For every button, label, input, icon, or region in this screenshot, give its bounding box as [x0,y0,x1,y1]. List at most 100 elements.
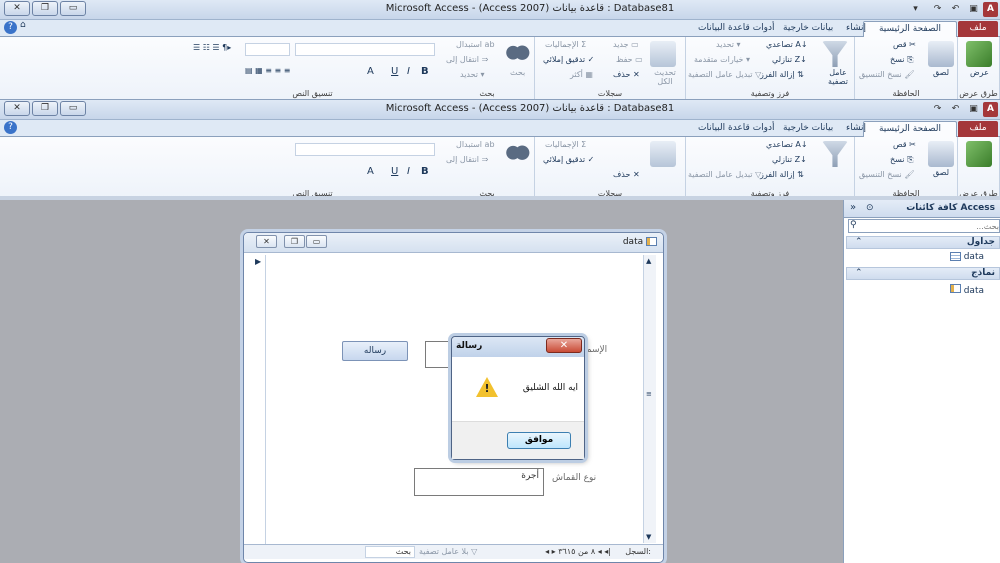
advanced-button[interactable]: ▾ خيارات متقدمة [694,55,750,64]
paste-label[interactable]: لصق [933,68,949,77]
font-name-select[interactable] [295,43,435,56]
cut-button[interactable]: ✂ قص [893,40,916,49]
collapse-icon[interactable]: ⌃ [855,268,863,278]
bold-button[interactable]: B [421,166,429,177]
save-icon[interactable]: ▣ [966,2,981,17]
font-size-select[interactable] [245,43,290,56]
copy-button[interactable]: ⎘ نسخ [890,155,913,165]
nav-section-forms[interactable]: نماذج ⌃ [846,267,1000,280]
help-icon[interactable]: ? [4,121,17,134]
replace-button[interactable]: ab استبدال [456,140,495,149]
refresh-icon[interactable] [650,141,676,167]
goto-button[interactable]: ⇒ انتقال إلى [446,55,488,64]
select-button[interactable]: ▾ تحديد [460,70,485,79]
form-minimize-button[interactable]: ▭ [306,235,327,248]
refresh-icon[interactable] [650,41,676,67]
delete-record-button[interactable]: ✕ حذف [613,170,640,179]
underline-button[interactable]: U [391,166,398,177]
font-color-button[interactable]: A [367,166,374,177]
format-painter-button[interactable]: 🖌 نسخ التنسيق [859,70,914,79]
qat-customize-icon[interactable]: ▾ [908,2,923,17]
record-search-box[interactable]: بحث [365,546,415,558]
name-field[interactable] [425,341,453,368]
view-icon[interactable] [966,41,992,67]
nav-menu-icon[interactable]: ⊙ [866,203,874,213]
totals-button[interactable]: Σ الإجماليات [545,140,586,149]
spelling-button[interactable]: ✓ تدقيق إملائي [543,155,594,164]
close-button[interactable]: ✕ [4,101,30,116]
scroll-up-icon[interactable]: ▲ [646,257,651,265]
tab-create[interactable]: إنشاء [838,21,874,37]
bold-button[interactable]: B [421,66,429,77]
no-filter-indicator[interactable]: بلا عامل تصفية ▽ [419,547,477,556]
format-painter-button[interactable]: 🖌 نسخ التنسيق [859,170,914,179]
record-selector[interactable]: ▶ [252,255,266,545]
restore-button[interactable]: ❐ [32,101,58,116]
find-icon[interactable] [504,141,530,167]
find-icon[interactable] [504,41,530,67]
paste-label[interactable]: لصق [933,168,949,177]
scroll-grip-icon[interactable]: ≡ [646,390,652,398]
record-position[interactable]: ◂ ▸ ٨ من ٣٦١٥ ◂ ◂| [545,547,611,556]
redo-icon[interactable]: ↷ [930,102,945,117]
tab-database-tools[interactable]: أدوات قاعدة البيانات [690,121,783,137]
toggle-filter-button[interactable]: ▽ تبديل عامل التصفية [688,70,761,79]
undo-icon[interactable]: ↶ [948,102,963,117]
cut-button[interactable]: ✂ قص [893,140,916,149]
restore-button[interactable]: ❐ [32,1,58,16]
nav-search-input[interactable] [861,220,999,232]
refresh-label[interactable]: تحديث الكل [649,68,681,86]
scroll-down-icon[interactable]: ▼ [646,533,651,541]
tab-database-tools[interactable]: أدوات قاعدة البيانات [690,21,783,37]
ok-button[interactable]: موافق [507,432,571,449]
nav-item-form-data[interactable]: data [949,284,984,296]
form-restore-button[interactable]: ❐ [284,235,305,248]
spelling-button[interactable]: ✓ تدقيق إملائي [543,55,594,64]
replace-button[interactable]: ab استبدال [456,40,495,49]
nav-header[interactable]: كافة كائنات Access ⊙ » [844,200,1000,218]
alignment-icons[interactable]: ≡ ≡ ≡ ▦ ▤ [245,66,290,75]
close-button[interactable]: ✕ [4,1,30,16]
tab-home[interactable]: الصفحة الرئيسية [863,121,957,137]
view-icon[interactable] [966,141,992,167]
font-color-button[interactable]: A [367,66,374,77]
collapse-ribbon-icon[interactable]: ⌂ [20,20,26,30]
remove-sort-button[interactable]: ⇅ إزالة الفرز [760,170,804,179]
tab-home[interactable]: الصفحة الرئيسية [863,21,957,37]
dialog-close-button[interactable]: ✕ [546,338,582,353]
descending-button[interactable]: ↓Z تنازلي [772,55,807,64]
paste-icon[interactable] [928,141,954,167]
font-name-select[interactable] [295,143,435,156]
undo-icon[interactable]: ↶ [948,2,963,17]
ascending-button[interactable]: ↓A تصاعدي [766,140,808,149]
help-icon[interactable]: ? [4,21,17,34]
nav-section-tables[interactable]: جداول ⌃ [846,236,1000,249]
tab-external-data[interactable]: بيانات خارجية [775,121,841,137]
underline-button[interactable]: U [391,66,398,77]
descending-button[interactable]: ↓Z تنازلي [772,155,807,164]
goto-button[interactable]: ⇒ انتقال إلى [446,155,488,164]
remove-sort-button[interactable]: ⇅ إزالة الفرز [760,70,804,79]
tab-external-data[interactable]: بيانات خارجية [775,21,841,37]
search-icon[interactable]: ⚲ [850,220,857,230]
minimize-button[interactable]: ▭ [60,1,86,16]
save-icon[interactable]: ▣ [966,102,981,117]
ascending-button[interactable]: ↓A تصاعدي [766,40,808,49]
filter-icon[interactable] [822,141,848,167]
tab-create[interactable]: إنشاء [838,121,874,137]
find-label[interactable]: بحث [510,68,525,77]
save-record-button[interactable]: ▭ حفظ [616,55,643,64]
totals-button[interactable]: Σ الإجماليات [545,40,586,49]
more-button[interactable]: ▦ أكثر [570,70,593,79]
tab-file[interactable]: ملف [958,121,998,137]
form-close-button[interactable]: ✕ [256,235,277,248]
collapse-icon[interactable]: ⌃ [855,237,863,247]
message-button[interactable]: رساله [342,341,408,361]
italic-button[interactable]: I [407,66,410,77]
filter-label[interactable]: عامل تصفية [823,68,853,86]
new-record-button[interactable]: ▭ جديد [613,40,639,49]
copy-button[interactable]: ⎘ نسخ [890,55,913,65]
view-button-label[interactable]: عرض [970,68,989,77]
vertical-scrollbar[interactable]: ▲ ≡ ▼ [643,255,656,543]
shutter-icon[interactable]: » [850,202,856,213]
